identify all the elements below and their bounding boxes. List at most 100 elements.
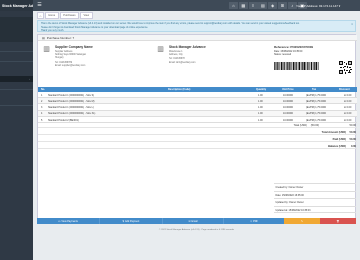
grid-icon[interactable]: ▤ (258, 2, 268, 9)
breadcrumb-item[interactable]: Purchases (59, 12, 79, 19)
view-payments-button[interactable]: ▭ View Payments (37, 218, 99, 224)
supplier-name: Supplier Company Name (55, 45, 93, 49)
reference-number: Reference: PO2022/07/0009 (274, 45, 314, 49)
column-header: No. (41, 88, 46, 92)
cell: 10.00000 (283, 99, 293, 103)
download-icon: ⇩ (250, 219, 253, 223)
cell: 1.00 (258, 112, 263, 116)
cell: 1.00 (258, 106, 263, 110)
envelope-icon: ✉ (188, 219, 191, 223)
cell: to 0.00 (344, 93, 352, 97)
pdf-button[interactable]: ⇩ PDF (223, 218, 284, 224)
file-icon: ▤ (42, 36, 45, 41)
created-by: Created by: Owner Owner (274, 183, 356, 191)
delete-button[interactable]: 🗑 (320, 218, 356, 224)
trash-icon: 🗑 (336, 219, 340, 223)
home-icon[interactable]: ⌂ (37, 12, 44, 19)
column-header: Unit Price (282, 88, 294, 92)
breadcrumb-item[interactable]: Home (44, 12, 59, 19)
calendar-icon[interactable]: ▦ (238, 2, 248, 9)
created-info: Created by: Owner Owner Date: 15/08/2022… (274, 183, 356, 213)
paid-value: 50.00 (349, 138, 357, 141)
cell: Standard Product 1 (0000000001) - Size M… (48, 99, 95, 103)
main-content: ⌂ Home Purchases View This is the demo o… (33, 11, 360, 260)
cell: (Ex/PM) 1,75.0000 (306, 118, 326, 122)
warehouse-name: Stock Manager Advance (169, 45, 206, 49)
supplier-email: Email: supplier@tecdiary.com (55, 64, 86, 67)
list-icon[interactable]: ≡ (248, 2, 258, 9)
email-button[interactable]: ✉ Email (162, 218, 223, 224)
cell: 1.00 (258, 99, 263, 103)
barcode-image (274, 62, 319, 70)
cell: Standard Product 1 (0000000001) - Size L… (48, 106, 94, 110)
balance-row: Balance (USD) 0.00 (38, 144, 357, 149)
created-date: Date: 15/08/2022 16:35:00 (274, 190, 356, 199)
purchase-panel: ▤ Purchase Number: 7 ▥ Supplier Company … (37, 34, 357, 224)
building-icon: ▥ (157, 46, 164, 53)
updated-at: Updated at: 15/08/2022 16:35:03 (274, 205, 356, 213)
edit-icon: ✎ (300, 219, 303, 223)
cell: 4 (41, 112, 43, 116)
sidebar-user-block[interactable] (0, 17, 33, 42)
cell: 1 (41, 93, 43, 97)
warehouse-address: Address, City (169, 53, 183, 56)
building-icon: ▥ (43, 46, 50, 53)
cell: 10.00000 (283, 93, 293, 97)
cell: 3 (41, 106, 43, 110)
cell: 1.00 (258, 118, 263, 122)
grand-total-label: Total Amount (USD) (321, 131, 346, 134)
email-label: Email (191, 219, 198, 223)
sidebar-divider (0, 61, 33, 62)
sidebar-divider (0, 105, 33, 106)
column-header: Discount (339, 88, 350, 92)
paid-row: Paid (USD) 50.00 (38, 137, 357, 142)
cell: Standard Product 1 (0000000001) - Size X… (48, 112, 96, 116)
reference-status: Status: received (274, 53, 292, 57)
cell: Standard Product 2 (BE/001) (48, 118, 79, 122)
sidebar-divider (0, 89, 33, 90)
grand-total-value: 50.00 (349, 131, 357, 134)
column-header: Tax (312, 88, 317, 92)
add-payment-label: Add Payment (124, 219, 140, 223)
cell: 2 (41, 99, 43, 103)
home-icon[interactable]: ⌂ (229, 2, 238, 9)
balance-value: 0.00 (350, 145, 356, 148)
cell: 10.00000 (283, 118, 293, 122)
warehouse-email: Email: wh1@tecdiary.com (169, 61, 196, 64)
cart-icon[interactable]: ⊞ (277, 2, 287, 9)
user-menu[interactable]: Your IP Address: 93.174.11.147 ▾ (296, 4, 340, 8)
demo-alert: This is the demo of Stock Manager Advanc… (37, 20, 356, 32)
cell: (Ex/PM) 1,75.0000 (306, 93, 326, 97)
total-label: Total (USD) (293, 124, 307, 127)
cell: to 0.00 (344, 112, 352, 116)
sidebar: ‹ (0, 11, 33, 260)
chevron-left-icon: ‹ (29, 76, 30, 81)
panel-header: ▤ Purchase Number: 7 (38, 35, 357, 41)
balance-label: Balance (USD) (328, 145, 346, 148)
column-header: Quantity (256, 88, 267, 92)
alert-line: Thank you very much. (40, 29, 65, 33)
top-bar: Stock Manager Advance ☰ ⌂ ▦ ≡ ▤ ◈ ⊞ ♪ ▣ … (0, 0, 360, 11)
breadcrumb-item: View (80, 12, 93, 19)
footer-text: © 2022 Stock Manager Advance (v3.4.13) ·… (158, 229, 235, 231)
hamburger-icon[interactable]: ☰ (35, 1, 44, 10)
cell: 1.00 (258, 93, 263, 97)
cell: 10.00000 (283, 112, 293, 116)
edit-button[interactable]: ✎ (284, 218, 320, 224)
cell: 5 (41, 118, 43, 122)
tags-icon[interactable]: ◈ (268, 2, 278, 9)
reference-block: Reference: PO2022/07/0009 Date: 15/08/20… (274, 45, 356, 57)
total-value: 50.00 (349, 124, 357, 127)
brand-name[interactable]: Stock Manager Advance (0, 0, 33, 11)
total-row: Total (USD) (50.00) 50.00 (38, 123, 357, 128)
cell: (Ex/PM) 1,75.0000 (306, 106, 326, 110)
cell: (Ex/PM) 1,75.0000 (306, 99, 326, 103)
supplier-address: Hungary (55, 56, 64, 59)
paid-label: Paid (USD) (332, 138, 346, 141)
pdf-label: PDF (253, 219, 258, 223)
close-icon[interactable]: × (351, 22, 353, 26)
cell: (Ex/PM) 1,75.0000 (306, 112, 326, 116)
add-payment-button[interactable]: $ Add Payment (99, 218, 162, 224)
money-icon: ▭ (58, 219, 61, 223)
breadcrumb: ⌂ Home Purchases View (37, 12, 93, 19)
